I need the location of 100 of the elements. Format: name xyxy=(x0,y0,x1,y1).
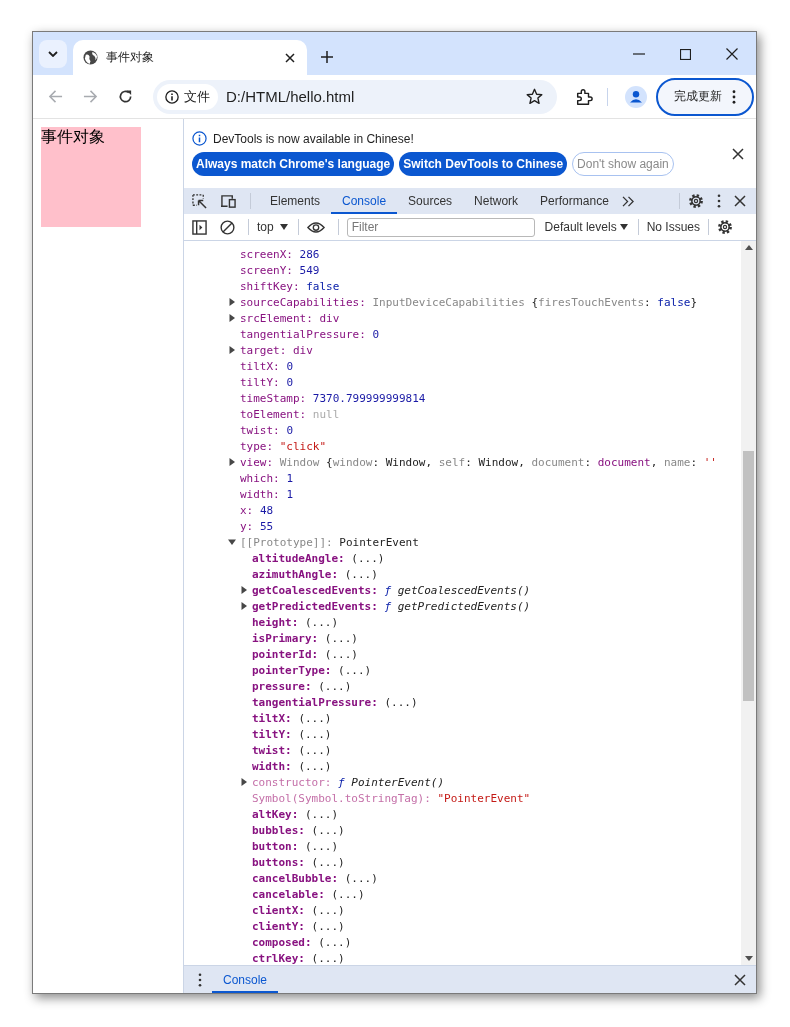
console-line: tiltX: 0 xyxy=(240,359,293,373)
collapse-triangle-icon[interactable] xyxy=(228,538,236,546)
console-line: shiftKey: false xyxy=(240,279,340,293)
console-line: y: 55 xyxy=(240,519,274,533)
devtools-tab[interactable]: Network xyxy=(463,188,530,214)
console-line: screenX: 286 xyxy=(240,247,320,261)
more-options-icon[interactable] xyxy=(198,972,202,987)
eye-icon[interactable] xyxy=(306,220,325,234)
devtools-tab[interactable]: Performance xyxy=(529,188,620,214)
console-line: clientY: (...) xyxy=(252,919,345,933)
console-line: width: 1 xyxy=(240,487,293,501)
scroll-down-icon[interactable] xyxy=(744,956,753,961)
close-icon[interactable] xyxy=(734,973,746,986)
infobar-button[interactable]: Switch DevTools to Chinese xyxy=(399,152,568,176)
close-icon[interactable] xyxy=(285,52,295,63)
sidebar-icon[interactable] xyxy=(192,219,207,235)
profile-icon[interactable] xyxy=(625,85,647,108)
devtools-tab[interactable]: Elements xyxy=(259,188,332,214)
console-line: pointerId: (...) xyxy=(252,647,358,661)
console-line: x: 48 xyxy=(240,503,274,517)
expand-triangle-icon[interactable] xyxy=(228,458,236,466)
console-line: tiltX: (...) xyxy=(252,711,332,725)
console-line: isPrimary: (...) xyxy=(252,631,358,645)
browser-tab[interactable]: 事件对象 xyxy=(73,40,307,75)
inspect-icon[interactable] xyxy=(192,193,207,209)
page-box[interactable]: 事件对象 xyxy=(41,127,141,227)
settings-icon[interactable] xyxy=(688,193,704,209)
console-line: srcElement: div xyxy=(240,311,340,325)
update-button[interactable]: 完成更新 xyxy=(656,77,754,116)
reload-icon[interactable] xyxy=(118,89,133,104)
device-toolbar-icon[interactable] xyxy=(220,193,237,209)
console-line: tiltY: (...) xyxy=(252,727,332,741)
console-line: ctrlKey: (...) xyxy=(252,951,345,965)
console-line: sourceCapabilities: InputDeviceCapabilities {firesTouchEvents: false} xyxy=(240,295,697,309)
dismiss-button[interactable]: Don't show again xyxy=(572,152,674,176)
console-line: altKey: (...) xyxy=(252,807,339,821)
console-line: height: (...) xyxy=(252,615,339,629)
caret-icon xyxy=(619,224,628,230)
context-dropdown[interactable]: top xyxy=(257,220,288,234)
console-line: button: (...) xyxy=(252,839,339,853)
scroll-up-icon[interactable] xyxy=(744,245,753,250)
box-text: 事件对象 xyxy=(41,128,105,145)
expand-triangle-icon[interactable] xyxy=(228,298,236,306)
more-options-icon[interactable] xyxy=(717,194,721,208)
console-line: buttons: (...) xyxy=(252,855,345,869)
console-line: bubbles: (...) xyxy=(252,823,345,837)
scrollbar-thumb[interactable] xyxy=(743,451,754,701)
settings-icon[interactable] xyxy=(717,219,733,235)
star-icon[interactable] xyxy=(526,88,543,105)
console-line: composed: (...) xyxy=(252,935,352,949)
console-line: pointerType: (...) xyxy=(252,663,372,677)
expand-triangle-icon[interactable] xyxy=(228,314,236,322)
console-line: Symbol(Symbol.toStringTag): "PointerEvent" xyxy=(252,791,531,805)
chevrons-icon[interactable] xyxy=(621,195,635,207)
infobar-button[interactable]: Always match Chrome's language xyxy=(192,152,395,176)
console-line: tangentialPressure: 0 xyxy=(240,327,380,341)
console-line: azimuthAngle: (...) xyxy=(252,567,378,581)
tab-search-button[interactable] xyxy=(39,40,67,68)
devtools-tab[interactable]: Console xyxy=(331,188,398,214)
console-line: tangentialPressure: (...) xyxy=(252,695,418,709)
scrollbar[interactable] xyxy=(741,241,756,965)
console-line: constructor: ƒ PointerEvent() xyxy=(252,775,445,789)
console-line: altitudeAngle: (...) xyxy=(252,551,385,565)
clear-console-icon[interactable] xyxy=(220,219,235,235)
address-bar[interactable]: 文件 D:/HTML/hello.html xyxy=(153,79,557,114)
console-line: tiltY: 0 xyxy=(240,375,293,389)
levels-dropdown[interactable]: Default levels xyxy=(544,220,628,234)
site-info-chip[interactable]: 文件 xyxy=(157,83,218,110)
issues-button[interactable]: No Issues xyxy=(646,220,700,234)
console-line: width: (...) xyxy=(252,759,332,773)
console-line: pressure: (...) xyxy=(252,679,352,693)
console-line: cancelable: (...) xyxy=(252,887,365,901)
expand-triangle-icon[interactable] xyxy=(240,778,248,786)
url-text: D:/HTML/hello.html xyxy=(226,88,355,105)
tab-title: 事件对象 xyxy=(106,49,155,66)
chevron-down-icon xyxy=(48,51,58,57)
console-line: getPredictedEvents: ƒ getPredictedEvents() xyxy=(252,599,531,613)
expand-triangle-icon[interactable] xyxy=(240,602,248,610)
devtools-tab[interactable]: Sources xyxy=(397,188,464,214)
more-options-icon xyxy=(732,89,736,104)
maximize-icon[interactable] xyxy=(680,49,691,60)
drawer-tab[interactable]: Console xyxy=(212,966,279,993)
caret-icon xyxy=(279,224,288,230)
close-icon[interactable] xyxy=(732,147,744,160)
filter-field[interactable]: Filter xyxy=(346,217,535,237)
close-icon[interactable] xyxy=(734,195,746,207)
puzzle-icon[interactable] xyxy=(575,87,593,106)
console-line: type: "click" xyxy=(240,439,327,453)
info-message: DevTools is now available in Chinese! xyxy=(213,131,414,146)
console-line: [[Prototype]]: PointerEvent xyxy=(240,535,419,549)
console-line: view: Window {window: Window, self: Window, document: document, name: '' xyxy=(240,455,717,469)
console-line: timeStamp: 7370.799999999814 xyxy=(240,391,426,405)
expand-triangle-icon[interactable] xyxy=(228,346,236,354)
new-tab-icon[interactable] xyxy=(321,51,333,63)
console-line: twist: (...) xyxy=(252,743,332,757)
console-line: screenY: 549 xyxy=(240,263,320,277)
console-line: twist: 0 xyxy=(240,423,293,437)
close-icon[interactable] xyxy=(726,48,738,60)
expand-triangle-icon[interactable] xyxy=(240,586,248,594)
console-line: toElement: null xyxy=(240,407,340,421)
